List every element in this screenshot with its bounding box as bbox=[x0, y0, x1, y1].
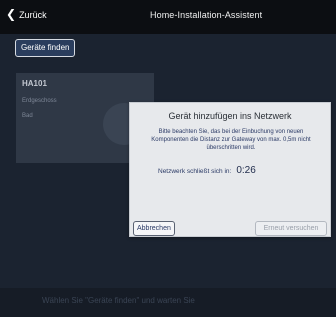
device-name: HA101 bbox=[22, 79, 47, 88]
cancel-button[interactable]: Abbrechen bbox=[133, 221, 175, 236]
timer-value: 0:26 bbox=[236, 165, 256, 176]
dialog-title: Gerät hinzufügen ins Netzwerk bbox=[168, 111, 292, 121]
instruction-footer: Wählen Sie "Geräte finden" und warten Si… bbox=[0, 288, 336, 317]
device-room: Bad bbox=[22, 113, 33, 119]
top-navigation-bar: ❮ Zurück Home-Installation-Assistent bbox=[0, 0, 336, 34]
page-title: Home-Installation-Assistent bbox=[150, 10, 263, 20]
back-button[interactable]: ❮ Zurück bbox=[6, 7, 47, 21]
instruction-text: Wählen Sie "Geräte finden" und warten Si… bbox=[42, 296, 195, 305]
retry-button[interactable]: Erneut versuchen bbox=[255, 221, 327, 236]
chevron-left-icon: ❮ bbox=[6, 7, 17, 21]
device-floor: Erdgeschoss bbox=[22, 98, 57, 104]
dialog-message: Bitte beachten Sie, das bei der Einbuchu… bbox=[151, 129, 311, 151]
find-devices-button[interactable]: Geräte finden bbox=[15, 39, 76, 57]
network-timer: Netzwerk schließt sich in: 0:26 bbox=[158, 165, 256, 176]
back-button-label: Zurück bbox=[19, 10, 47, 20]
timer-label: Netzwerk schließt sich in: bbox=[158, 168, 232, 175]
add-device-dialog: Gerät hinzufügen ins Netzwerk Bitte beac… bbox=[129, 102, 331, 237]
